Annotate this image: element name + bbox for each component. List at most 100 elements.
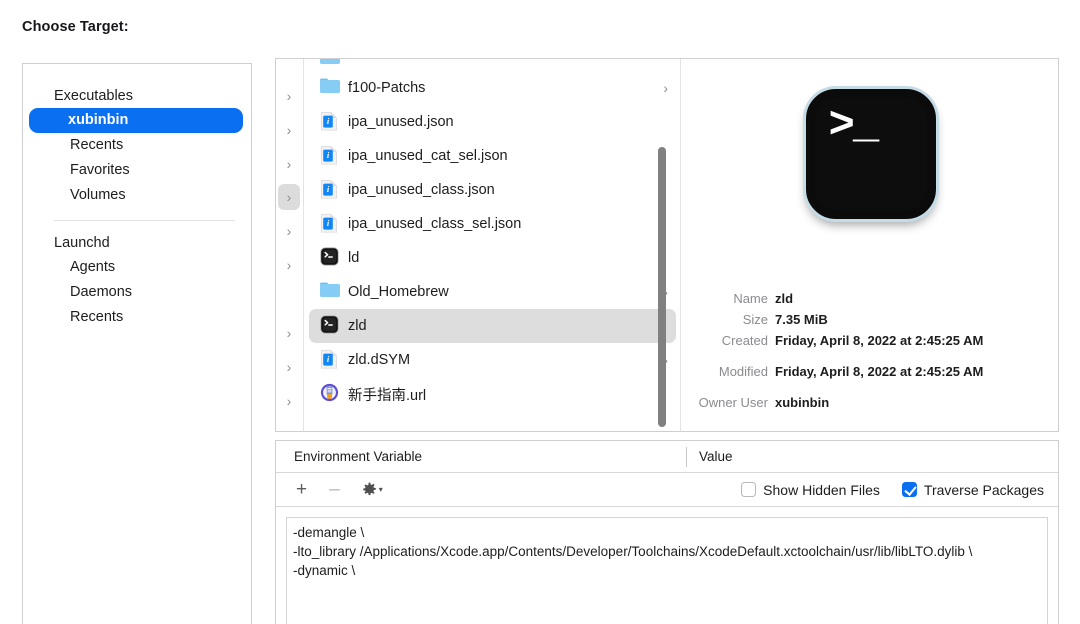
chevron-right-icon[interactable]: › (282, 394, 296, 408)
environment-variables-panel: Environment Variable Value + – ▾ Show Hi… (275, 440, 1059, 624)
browser-options: Show Hidden Files Traverse Packages (719, 482, 1044, 498)
sidebar-group-executables: Executables xubinbin Recents Favorites V… (23, 84, 251, 208)
preview-metadata-value: zld (775, 291, 794, 306)
json-file-icon: i (320, 145, 340, 167)
preview-metadata-label: Owner User (698, 395, 768, 410)
env-toolbar: + – ▾ Show Hidden Files Traverse Package… (276, 473, 1058, 507)
env-table-header: Environment Variable Value (276, 441, 1058, 473)
terminal-executable-icon: >_ (805, 89, 936, 219)
chevron-right-icon[interactable]: › (282, 190, 296, 204)
preview-icon-wrap: >_ (683, 89, 1058, 219)
preview-metadata-value: xubinbin (775, 395, 830, 410)
json-file-icon: i (320, 349, 340, 371)
folder-icon (320, 77, 340, 99)
preview-metadata-value: Friday, April 8, 2022 at 2:45:25 AM (775, 333, 984, 348)
file-row[interactable]: f100-Patchs › (309, 71, 676, 105)
file-name: ipa_unused_class_sel.json (348, 216, 522, 232)
gear-icon (362, 482, 377, 497)
url-file-icon (320, 383, 340, 405)
remove-variable-button[interactable]: – (329, 480, 340, 499)
chevron-right-icon[interactable]: › (282, 224, 296, 238)
sidebar-divider (54, 220, 235, 221)
file-name: f100-Patchs (348, 80, 426, 96)
sidebar-item-volumes[interactable]: Volumes (31, 183, 243, 208)
file-name: ipa_unused.json (348, 114, 454, 130)
checkbox-show-hidden-files[interactable]: Show Hidden Files (741, 482, 880, 498)
checkbox-box[interactable] (901, 482, 917, 497)
file-row[interactable]: izld.dSYM› (309, 343, 676, 377)
env-column-header-value: Value (699, 449, 733, 464)
file-row-selected[interactable]: zld (309, 309, 676, 343)
chevron-right-icon[interactable]: › (282, 428, 296, 431)
checkbox-label: Traverse Packages (923, 481, 1044, 498)
sidebar-item-favorites[interactable]: Favorites (31, 158, 243, 183)
file-row[interactable]: i ipa_unused_class.json (309, 173, 676, 207)
arguments-text: -demangle \ -lto_library /Applications/X… (293, 525, 973, 578)
checkbox-box[interactable] (741, 482, 757, 497)
file-browser-panel: ›››››››››› f100-Patchs›iipa_unused.jsoni… (275, 58, 1059, 432)
gear-menu-button[interactable]: ▾ (362, 482, 383, 497)
checkbox-traverse-packages[interactable]: Traverse Packages (901, 481, 1044, 498)
json-file-icon: i (320, 111, 340, 133)
file-row[interactable]: i ipa_unused_cat_sel.json (309, 139, 676, 173)
sidebar-group-header: Executables (54, 88, 133, 104)
preview-metadata-row: Size 7.35 MiB (683, 310, 1046, 330)
file-preview-column: >_ Name zld Size 7.35 MiB Created Friday, Apr… (683, 59, 1058, 431)
sidebar-group-header: Launchd (54, 235, 110, 251)
preview-metadata: Name zld Size 7.35 MiB Created Friday, April … (683, 289, 1046, 414)
file-row[interactable]: i ipa_unused_class_sel.json (309, 207, 676, 241)
file-list-scrollbar[interactable] (658, 147, 666, 427)
preview-metadata-row: Created Friday, April 8, 2022 at 2:45:25 … (683, 331, 1046, 351)
chevron-right-icon[interactable]: › (282, 326, 296, 340)
file-name: zld (348, 318, 367, 334)
arguments-text-area[interactable]: -demangle \ -lto_library /Applications/X… (286, 517, 1048, 624)
preview-metadata-row: Modified Friday, April 8, 2022 at 2:45:25… (683, 362, 1046, 382)
terminal-executable-icon (320, 315, 340, 337)
preview-metadata-value: Friday, April 8, 2022 at 2:45:25 AM (775, 364, 984, 379)
preview-metadata-label: Size (742, 312, 768, 327)
env-column-header-name: Environment Variable (294, 449, 423, 464)
folder-icon (320, 59, 340, 70)
chevron-right-icon[interactable]: › (282, 123, 296, 137)
page-title: Choose Target: (22, 19, 129, 35)
file-row[interactable]: i ipa_unused.json (309, 105, 676, 139)
preview-metadata-label: Modified (718, 364, 768, 379)
json-file-icon: i (320, 213, 340, 235)
terminal-executable-icon (320, 247, 340, 269)
folder-icon (320, 281, 340, 303)
file-row[interactable] (309, 59, 676, 71)
chevron-right-icon[interactable]: › (282, 360, 296, 374)
chevron-right-icon[interactable]: › (282, 258, 296, 272)
preview-metadata-row: Owner User xubinbin (683, 393, 1046, 413)
file-row[interactable]: 新手指南.url (309, 377, 676, 411)
sidebar-item-recents[interactable]: Recents (31, 133, 243, 158)
file-name: Old_Homebrew (348, 284, 449, 300)
file-name: 新手指南.url (348, 387, 427, 404)
file-name: zld.dSYM (348, 352, 411, 368)
terminal-prompt-glyph: >_ (828, 101, 880, 151)
file-row[interactable]: ld (309, 241, 676, 275)
sidebar-group-launchd: Launchd Agents Daemons Recents (23, 231, 251, 330)
file-row[interactable]: Old_Homebrew› (309, 275, 676, 309)
json-file-icon: i (320, 179, 340, 201)
target-sidebar: Executables xubinbin Recents Favorites V… (22, 63, 252, 624)
checkbox-label: Show Hidden Files (763, 481, 880, 498)
file-name: ipa_unused_cat_sel.json (348, 148, 508, 164)
file-list-column[interactable]: f100-Patchs › i ipa_unused.json i ipa_unused_… (305, 59, 681, 431)
sidebar-item-recents-launchd[interactable]: Recents (31, 305, 243, 330)
chevron-down-icon: ▾ (378, 484, 383, 494)
sidebar-item-agents[interactable]: Agents (31, 255, 243, 280)
previous-column-strip[interactable]: › › › › › › › › › › (276, 59, 304, 431)
column-divider (686, 446, 687, 467)
preview-metadata-label: Created (721, 333, 768, 348)
chevron-right-icon[interactable]: › (282, 157, 296, 171)
sidebar-item-daemons[interactable]: Daemons (31, 280, 243, 305)
chevron-right-icon[interactable]: › (663, 81, 668, 95)
preview-metadata-label: Name (733, 291, 768, 306)
sidebar-item-xubinbin[interactable]: xubinbin (29, 108, 243, 133)
file-name: ipa_unused_class.json (348, 182, 495, 198)
add-variable-button[interactable]: + (296, 480, 307, 499)
chevron-right-icon[interactable]: › (282, 89, 296, 103)
file-name: ld (348, 250, 360, 266)
preview-metadata-value: 7.35 MiB (775, 312, 828, 327)
